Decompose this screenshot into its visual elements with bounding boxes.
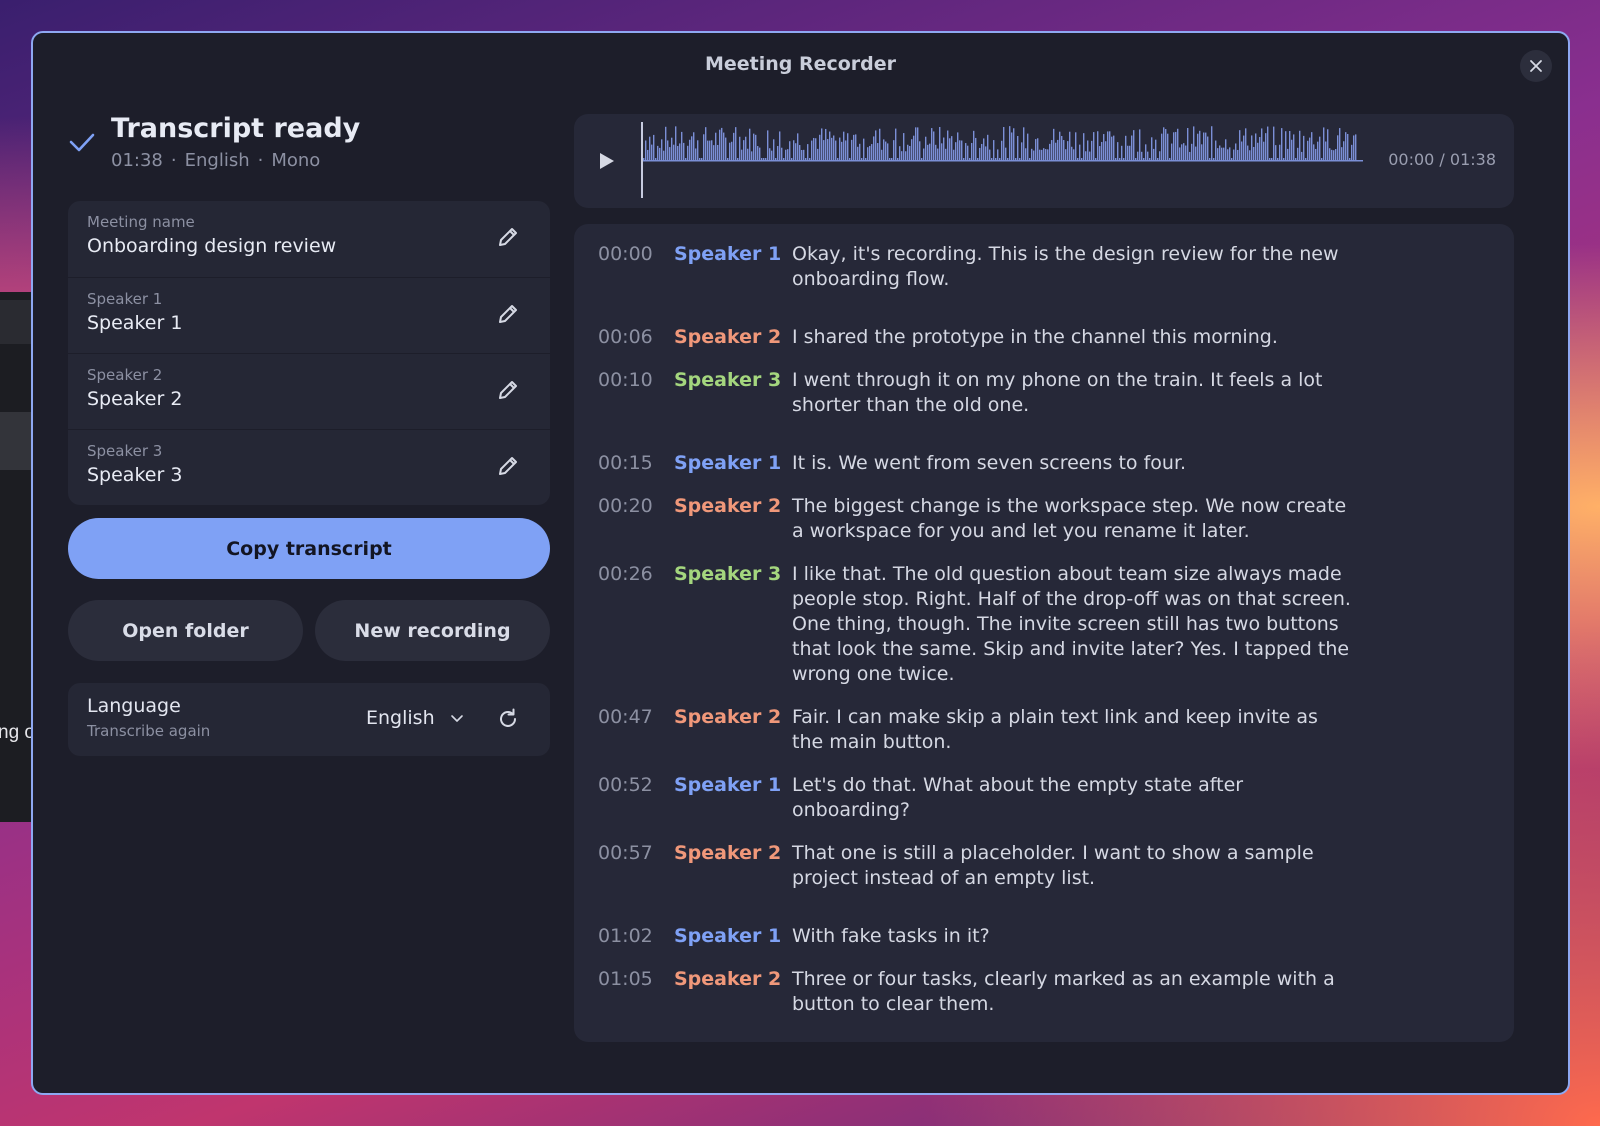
pencil-icon[interactable] [496,454,520,478]
entry-speaker: Speaker 1 [674,452,782,474]
status-channels: Mono [271,150,321,171]
transcript-entry[interactable]: 00:00 Speaker 1 Okay, it's recording. This… [574,242,1514,292]
transcript-entry[interactable]: 01:05 Speaker 2 Three or four tasks, clear… [574,967,1514,1017]
meeting-fields: Meeting name Onboarding design review Sp… [68,201,550,505]
entry-timestamp[interactable]: 00:10 [598,368,674,418]
entry-text: I went through it on my phone on the tra… [792,369,1323,416]
playhead[interactable] [641,122,643,198]
entry-text: Fair. I can make skip a plain text link … [792,706,1318,753]
entry-speaker: Speaker 1 [674,243,782,265]
language-selected: English [366,707,435,729]
field-value: Speaker 3 [87,464,183,486]
entry-speaker: Speaker 1 [674,925,782,947]
field-label: Speaker 3 [87,442,163,460]
field-label: Meeting name [87,213,195,231]
entry-speaker: Speaker 3 [674,369,782,391]
field-value: Speaker 2 [87,388,183,410]
status-title: Transcript ready [111,113,361,144]
pencil-icon[interactable] [496,378,520,402]
entry-speaker: Speaker 1 [674,774,782,796]
transcript-entry[interactable]: 00:26 Speaker 3 I like that. The old quest… [574,562,1514,687]
chevron-down-icon [450,715,463,722]
entry-timestamp[interactable]: 00:15 [598,451,674,476]
entry-timestamp[interactable]: 01:05 [598,967,674,1017]
entry-speaker: Speaker 2 [674,842,782,864]
entry-timestamp[interactable]: 00:20 [598,494,674,544]
transcript-entry[interactable]: 00:20 Speaker 2 The biggest change is the … [574,494,1514,544]
entry-timestamp[interactable]: 00:26 [598,562,674,687]
speaker-1-field[interactable]: Speaker 1 Speaker 1 [68,277,550,353]
refresh-icon[interactable] [496,707,520,731]
entry-text: It is. We went from seven screens to fou… [792,452,1187,474]
audio-player: 00:00 / 01:38 [574,114,1514,208]
transcript-entry[interactable]: 01:02 Speaker 1 With fake tasks in it? [574,924,1514,949]
transcript-entry[interactable]: 00:47 Speaker 2 Fair. I can make skip a pl… [574,705,1514,755]
transcript-status: Transcript ready 01:38 · English · Mono [67,113,360,171]
entry-timestamp[interactable]: 00:47 [598,705,674,755]
time-readout: 00:00 / 01:38 [1388,150,1496,169]
speaker-3-field[interactable]: Speaker 3 Speaker 3 [68,429,550,505]
entry-text: The biggest change is the workspace step… [792,495,1347,542]
language-card: Language Transcribe again English [68,683,550,756]
pencil-icon[interactable] [496,302,520,326]
transcript-entry[interactable]: 00:06 Speaker 2 I shared the prototype in … [574,325,1514,350]
status-meta: 01:38 · English · Mono [111,150,321,171]
transcript-entry[interactable]: 00:15 Speaker 1 It is. We went from seven … [574,451,1514,476]
entry-text: With fake tasks in it? [792,925,990,947]
transcript-panel: 00:00 Speaker 1 Okay, it's recording. This… [574,224,1514,1042]
entry-speaker: Speaker 2 [674,706,782,728]
meeting-name-field[interactable]: Meeting name Onboarding design review [68,201,550,277]
transcript-entry[interactable]: 00:57 Speaker 2 That one is still a placeh… [574,841,1514,891]
entry-text: Okay, it's recording. This is the design… [792,243,1339,290]
entry-text: That one is still a placeholder. I want … [792,842,1314,889]
meeting-recorder-dialog: Meeting Recorder Transcript ready 01:38 ·… [31,31,1570,1095]
status-language: English [184,150,250,171]
field-label: Speaker 2 [87,366,163,384]
background-text: ng o [0,722,35,743]
entry-speaker: Speaker 2 [674,495,782,517]
check-icon [69,133,95,152]
field-value: Onboarding design review [87,235,337,257]
entry-speaker: Speaker 2 [674,326,782,348]
entry-timestamp[interactable]: 00:57 [598,841,674,891]
play-icon[interactable] [598,151,616,171]
speaker-2-field[interactable]: Speaker 2 Speaker 2 [68,353,550,429]
entry-timestamp[interactable]: 01:02 [598,924,674,949]
copy-transcript-button[interactable]: Copy transcript [68,518,550,579]
field-value: Speaker 1 [87,312,183,334]
entry-text: Three or four tasks, clearly marked as a… [792,968,1335,1015]
entry-speaker: Speaker 3 [674,563,782,585]
close-icon [1530,60,1542,72]
waveform[interactable] [641,122,1363,198]
entry-text: Let's do that. What about the empty stat… [792,774,1244,821]
status-duration: 01:38 [111,150,163,171]
new-recording-button[interactable]: New recording [315,600,550,661]
entry-text: I shared the prototype in the channel th… [792,326,1278,348]
entry-timestamp[interactable]: 00:52 [598,773,674,823]
entry-text: I like that. The old question about team… [792,563,1351,685]
transcript-entry[interactable]: 00:52 Speaker 1 Let's do that. What about … [574,773,1514,823]
transcript-entry[interactable]: 00:10 Speaker 3 I went through it on my ph… [574,368,1514,418]
pencil-icon[interactable] [496,225,520,249]
dialog-title: Meeting Recorder [704,53,897,75]
language-select[interactable]: English [366,707,465,729]
open-folder-button[interactable]: Open folder [68,600,303,661]
close-button[interactable] [1520,50,1552,82]
entry-speaker: Speaker 2 [674,968,782,990]
entry-timestamp[interactable]: 00:06 [598,325,674,350]
field-label: Speaker 1 [87,290,163,308]
entry-timestamp[interactable]: 00:00 [598,242,674,292]
